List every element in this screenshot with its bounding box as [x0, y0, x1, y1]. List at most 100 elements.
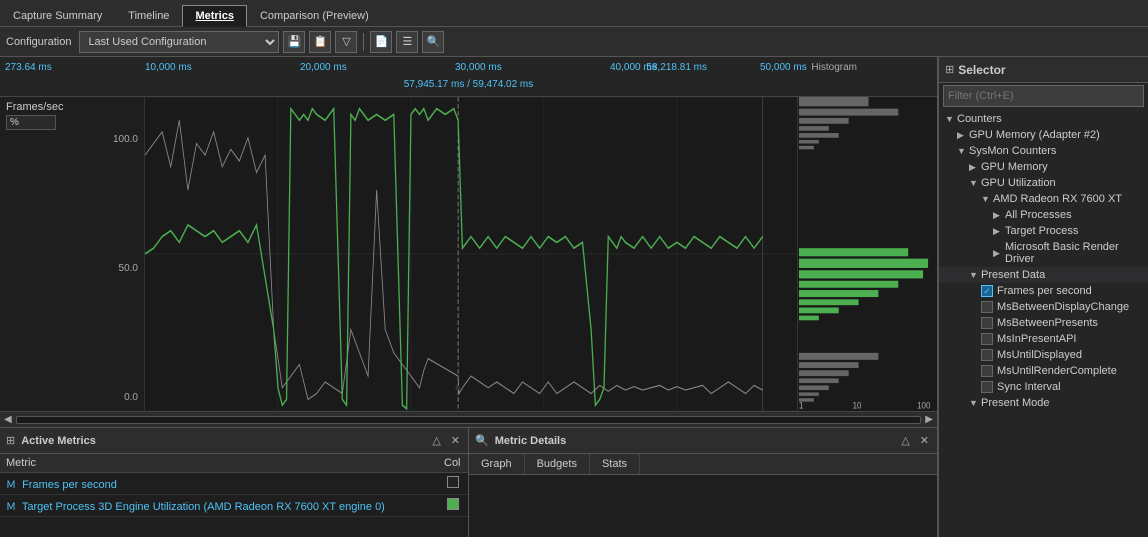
- active-metrics-collapse-button[interactable]: △: [430, 434, 442, 447]
- selector-header: ⊞ Selector: [939, 57, 1148, 83]
- metric-gpu-icon: Ｍ: [6, 502, 16, 513]
- tree-item-gpu-memory-adapter[interactable]: ▶ GPU Memory (Adapter #2): [939, 127, 1148, 143]
- detail-tabs: Graph Budgets Stats: [469, 454, 937, 475]
- gpu-memory-adapter-arrow: ▶: [957, 130, 969, 141]
- ms-basic-render-label: Microsoft Basic Render Driver: [1005, 241, 1142, 265]
- active-metrics-panel: ⊞ Active Metrics △ ✕ Metric Col: [0, 428, 469, 537]
- copy-config-button[interactable]: 📋: [309, 31, 331, 53]
- ms-display-change-label: MsBetweenDisplayChange: [997, 301, 1129, 313]
- ms-present-api-checkbox[interactable]: [981, 333, 993, 345]
- table-row: Ｍ Frames per second: [0, 473, 468, 495]
- tree-item-present-data[interactable]: ▼ Present Data: [939, 267, 1148, 283]
- fps-label: Frames per second: [997, 285, 1092, 297]
- detail-tab-stats[interactable]: Stats: [590, 454, 640, 474]
- tab-metrics[interactable]: Metrics: [182, 5, 247, 27]
- tree-item-target-process[interactable]: ▶ Target Process: [939, 223, 1148, 239]
- tree-item-ms-basic-render[interactable]: ▶ Microsoft Basic Render Driver: [939, 239, 1148, 267]
- tab-comparison[interactable]: Comparison (Preview): [247, 4, 382, 26]
- main-area: 273.64 ms 10,000 ms 20,000 ms 30,000 ms …: [0, 57, 1148, 537]
- dropdown-config-button[interactable]: ▽: [335, 31, 357, 53]
- tree-item-fps[interactable]: ✓ Frames per second: [939, 283, 1148, 299]
- tab-timeline[interactable]: Timeline: [115, 4, 182, 26]
- detail-tab-graph[interactable]: Graph: [469, 454, 525, 474]
- present-data-arrow: ▼: [969, 270, 981, 280]
- y-unit-input[interactable]: [6, 115, 56, 130]
- amd-rx-arrow: ▼: [981, 194, 993, 204]
- chart-scrollbar[interactable]: ◀ ▶: [0, 411, 937, 427]
- tab-capture-summary[interactable]: Capture Summary: [0, 4, 115, 26]
- all-processes-label: All Processes: [1005, 209, 1072, 221]
- tree-item-present-mode[interactable]: ▼ Present Mode: [939, 395, 1148, 411]
- metric-details-collapse-button[interactable]: △: [899, 434, 911, 447]
- metric-details-panel: 🔍 Metric Details △ ✕ Graph Budgets Stats: [469, 428, 937, 537]
- col-metric: Metric: [0, 454, 438, 473]
- left-panel: 273.64 ms 10,000 ms 20,000 ms 30,000 ms …: [0, 57, 938, 537]
- ms-basic-render-arrow: ▶: [993, 248, 1005, 259]
- tree-item-ms-presents[interactable]: MsBetweenPresents: [939, 315, 1148, 331]
- col-color: Col: [438, 454, 468, 473]
- tree-item-gpu-memory[interactable]: ▶ GPU Memory: [939, 159, 1148, 175]
- selector-tree: ▼ Counters ▶ GPU Memory (Adapter #2) ▼ S…: [939, 109, 1148, 537]
- config-select[interactable]: Last Used Configuration: [79, 31, 279, 53]
- scroll-right-button[interactable]: ▶: [925, 414, 933, 425]
- sync-interval-checkbox[interactable]: [981, 381, 993, 393]
- metrics-table: Metric Col Ｍ Frames per second: [0, 454, 468, 537]
- gpu-util-label: GPU Utilization: [981, 177, 1056, 189]
- target-process-label: Target Process: [1005, 225, 1078, 237]
- present-mode-arrow: ▼: [969, 398, 981, 408]
- tree-item-gpu-util[interactable]: ▼ GPU Utilization: [939, 175, 1148, 191]
- ms-until-render-checkbox[interactable]: [981, 365, 993, 377]
- tree-item-ms-until-render[interactable]: MsUntilRenderComplete: [939, 363, 1148, 379]
- ms-until-render-label: MsUntilRenderComplete: [997, 365, 1117, 377]
- tree-item-counters[interactable]: ▼ Counters: [939, 111, 1148, 127]
- right-panel: ⊞ Selector ▼ Counters ▶ GPU Memory (Adap…: [938, 57, 1148, 537]
- ms-until-displayed-checkbox[interactable]: [981, 349, 993, 361]
- ms-display-change-checkbox[interactable]: [981, 301, 993, 313]
- present-data-label: Present Data: [981, 269, 1045, 281]
- active-metrics-header: ⊞ Active Metrics △ ✕: [0, 428, 468, 454]
- metric-details-close-button[interactable]: ✕: [918, 434, 931, 447]
- present-mode-label: Present Mode: [981, 397, 1049, 409]
- ms-presents-checkbox[interactable]: [981, 317, 993, 329]
- time-marker-2: 20,000 ms: [300, 62, 347, 73]
- all-processes-arrow: ▶: [993, 210, 1005, 221]
- tree-item-all-processes[interactable]: ▶ All Processes: [939, 207, 1148, 223]
- histogram-panel: 1 10 100: [797, 97, 937, 411]
- bottom-panels: ⊞ Active Metrics △ ✕ Metric Col: [0, 427, 937, 537]
- tree-item-ms-present-api[interactable]: MsInPresentAPI: [939, 331, 1148, 347]
- toolbar: Configuration Last Used Configuration 💾 …: [0, 27, 1148, 57]
- y-axis: Frames/sec 100.0 50.0 0.0: [0, 97, 145, 411]
- detail-tab-budgets[interactable]: Budgets: [525, 454, 590, 474]
- y-label-0: 0.0: [6, 392, 138, 403]
- table-row: Ｍ Target Process 3D Engine Utilization (…: [0, 495, 468, 517]
- selector-title: Selector: [958, 63, 1005, 77]
- filter-input[interactable]: [943, 85, 1144, 107]
- main-chart[interactable]: [145, 97, 797, 411]
- metric-details-title: Metric Details: [495, 435, 894, 447]
- save-config-button[interactable]: 💾: [283, 31, 305, 53]
- metric-fps-label[interactable]: Ｍ Frames per second: [0, 473, 438, 495]
- gpu-memory-arrow: ▶: [969, 162, 981, 173]
- metric-gpu-swatch: [438, 495, 468, 517]
- list-button[interactable]: ☰: [396, 31, 418, 53]
- sync-interval-label: Sync Interval: [997, 381, 1061, 393]
- fps-checkbox[interactable]: ✓: [981, 285, 993, 297]
- search-button[interactable]: 🔍: [422, 31, 444, 53]
- scroll-left-button[interactable]: ◀: [4, 414, 12, 425]
- ms-until-displayed-label: MsUntilDisplayed: [997, 349, 1082, 361]
- tree-item-sysmon[interactable]: ▼ SysMon Counters: [939, 143, 1148, 159]
- paste-button[interactable]: 📄: [370, 31, 392, 53]
- filter-container: [939, 83, 1148, 109]
- histogram-title: Histogram: [811, 62, 857, 73]
- metric-gpu-label[interactable]: Ｍ Target Process 3D Engine Utilization (…: [0, 495, 438, 517]
- tree-item-ms-display-change[interactable]: MsBetweenDisplayChange: [939, 299, 1148, 315]
- scroll-track[interactable]: [16, 416, 922, 424]
- gpu-memory-label: GPU Memory: [981, 161, 1048, 173]
- chart-container: 273.64 ms 10,000 ms 20,000 ms 30,000 ms …: [0, 57, 937, 427]
- y-axis-title: Frames/sec: [6, 101, 138, 113]
- active-metrics-close-button[interactable]: ✕: [449, 434, 462, 447]
- tree-item-ms-until-displayed[interactable]: MsUntilDisplayed: [939, 347, 1148, 363]
- amd-rx-label: AMD Radeon RX 7600 XT: [993, 193, 1122, 205]
- tree-item-amd-rx[interactable]: ▼ AMD Radeon RX 7600 XT: [939, 191, 1148, 207]
- tree-item-sync-interval[interactable]: Sync Interval: [939, 379, 1148, 395]
